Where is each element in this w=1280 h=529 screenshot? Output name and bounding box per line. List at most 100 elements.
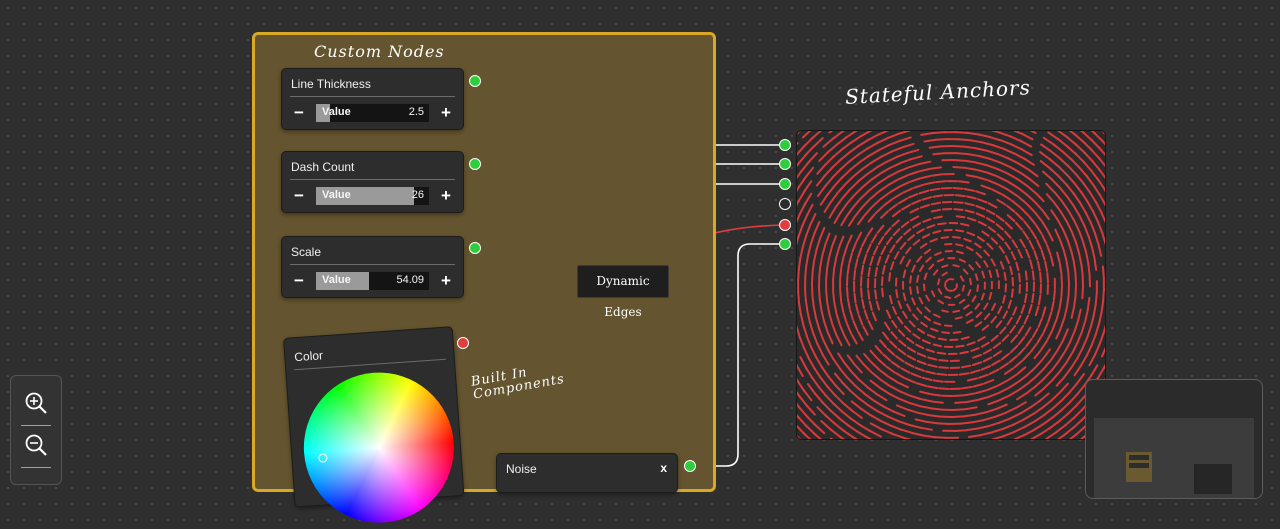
pattern-dash bbox=[1021, 208, 1028, 215]
value-slider[interactable]: Value 54.09 bbox=[316, 272, 429, 290]
decrement-button[interactable]: − bbox=[290, 103, 308, 123]
pattern-dash bbox=[1045, 359, 1052, 367]
pattern-dash bbox=[925, 274, 927, 280]
zoom-in-button[interactable] bbox=[23, 390, 51, 418]
pattern-dash bbox=[862, 162, 872, 169]
pattern-dash bbox=[841, 216, 847, 225]
pattern-dash bbox=[844, 313, 847, 323]
pattern-dash bbox=[945, 297, 950, 298]
input-anchor-5[interactable] bbox=[779, 219, 791, 231]
input-anchor-2[interactable] bbox=[779, 158, 791, 170]
node-line-thickness[interactable]: Line Thickness − Value 2.5 + bbox=[281, 68, 464, 130]
pattern-dash bbox=[889, 377, 898, 382]
pattern-dash bbox=[817, 239, 820, 250]
output-port-noise[interactable] bbox=[684, 460, 696, 472]
pattern-dash bbox=[1073, 342, 1078, 352]
pattern-dash bbox=[903, 312, 907, 318]
pattern-dash bbox=[876, 206, 883, 213]
pattern-dash bbox=[900, 391, 910, 395]
decrement-button[interactable]: − bbox=[290, 271, 308, 291]
value-stepper[interactable]: − Value 2.5 + bbox=[290, 103, 455, 125]
input-anchor-4[interactable] bbox=[779, 198, 791, 210]
pattern-dash bbox=[902, 222, 909, 227]
pattern-dash bbox=[1074, 262, 1076, 273]
pattern-dash bbox=[834, 360, 841, 369]
pattern-dash bbox=[1044, 349, 1050, 357]
decrement-button[interactable]: − bbox=[290, 186, 308, 206]
pattern-dash bbox=[956, 346, 964, 347]
value-stepper[interactable]: − Value 54.09 + bbox=[290, 271, 455, 293]
pattern-dash bbox=[842, 190, 850, 199]
pattern-dash bbox=[954, 202, 963, 203]
node-scale[interactable]: Scale − Value 54.09 + bbox=[281, 236, 464, 298]
close-button[interactable]: x bbox=[660, 461, 667, 475]
pattern-dash bbox=[967, 233, 974, 236]
value-slider[interactable]: Value 2.5 bbox=[316, 104, 429, 122]
pattern-dash bbox=[1004, 311, 1008, 318]
pattern-dash bbox=[892, 362, 900, 367]
input-anchor-6[interactable] bbox=[779, 238, 791, 250]
pattern-dash bbox=[982, 294, 984, 300]
pattern-dash bbox=[1052, 372, 1060, 381]
zoom-in-icon bbox=[23, 390, 51, 418]
pattern-dash bbox=[932, 210, 940, 212]
pattern-dash bbox=[932, 409, 943, 410]
pattern-dash bbox=[918, 329, 924, 333]
pattern-dash bbox=[1035, 388, 1044, 395]
pattern-dash bbox=[992, 259, 995, 265]
pattern-dash bbox=[1008, 215, 1015, 221]
pattern-dash bbox=[908, 348, 915, 352]
color-wheel[interactable] bbox=[299, 368, 459, 528]
pattern-dash bbox=[820, 255, 822, 266]
pattern-dash bbox=[923, 219, 930, 222]
increment-button[interactable]: + bbox=[437, 103, 455, 123]
pattern-dash bbox=[845, 336, 850, 345]
pattern-dash bbox=[966, 210, 974, 212]
pattern-dash bbox=[1075, 321, 1079, 332]
node-dash-count[interactable]: Dash Count − Value 26 + bbox=[281, 151, 464, 213]
value-slider[interactable]: Value 26 bbox=[316, 187, 429, 205]
pattern-dash bbox=[923, 340, 930, 343]
pattern-dash bbox=[966, 429, 978, 431]
pattern-dash bbox=[979, 375, 988, 378]
pattern-dash bbox=[923, 436, 935, 438]
output-port-color[interactable] bbox=[457, 337, 469, 349]
output-port-line-thickness[interactable] bbox=[469, 75, 481, 87]
pattern-dash bbox=[1005, 273, 1006, 280]
pattern-dash bbox=[871, 174, 880, 180]
pattern-dash bbox=[967, 175, 977, 177]
output-port-scale[interactable] bbox=[469, 242, 481, 254]
pattern-dash bbox=[841, 131, 853, 132]
node-noise[interactable]: Noise x bbox=[496, 453, 678, 493]
pattern-dash bbox=[1043, 172, 1052, 180]
value-stepper[interactable]: − Value 26 + bbox=[290, 186, 455, 208]
pattern-dash bbox=[797, 154, 806, 165]
increment-button[interactable]: + bbox=[437, 271, 455, 291]
pattern-dash bbox=[992, 361, 1000, 366]
output-port-dash-count[interactable] bbox=[469, 158, 481, 170]
pattern-dash bbox=[863, 327, 867, 335]
pattern-dash bbox=[1072, 307, 1074, 318]
pattern-dash bbox=[953, 237, 960, 238]
minimap[interactable] bbox=[1085, 379, 1263, 499]
pattern-dash bbox=[967, 196, 976, 198]
input-anchor-1[interactable] bbox=[779, 139, 791, 151]
pattern-canvas-node[interactable] bbox=[796, 130, 1106, 440]
pattern-dash bbox=[961, 422, 972, 423]
node-color[interactable]: Color bbox=[283, 326, 464, 507]
pattern-dash bbox=[959, 181, 969, 182]
pattern-dash bbox=[989, 423, 1000, 427]
pattern-dash bbox=[850, 182, 858, 190]
input-anchor-3[interactable] bbox=[779, 178, 791, 190]
pattern-dash bbox=[806, 300, 808, 312]
pattern-dash bbox=[917, 383, 926, 386]
zoom-out-button[interactable] bbox=[23, 432, 51, 460]
node-title: Color bbox=[294, 348, 324, 364]
pattern-dash bbox=[803, 131, 814, 137]
pattern-dash bbox=[1066, 184, 1074, 194]
pattern-dash bbox=[1062, 275, 1063, 285]
pattern-dash bbox=[1012, 289, 1013, 297]
pattern-dash bbox=[1008, 318, 1012, 325]
increment-button[interactable]: + bbox=[437, 186, 455, 206]
pattern-dash bbox=[897, 237, 902, 243]
